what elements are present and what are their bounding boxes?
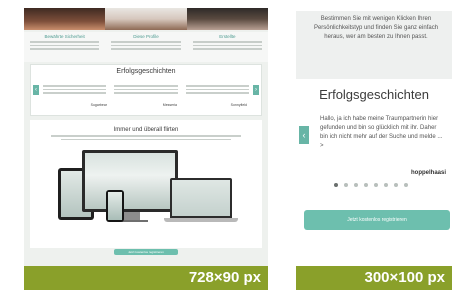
next-arrow-icon[interactable]: › [253,85,259,95]
monitor-image [82,150,178,212]
carousel-dot[interactable] [354,183,358,187]
carousel-dot[interactable] [334,183,338,187]
carousel-dots [334,183,424,187]
carousel-dot[interactable] [364,183,368,187]
hero-photo [186,8,268,30]
ad-size-comparison: Bewährte Sicherheit Diese Profile Erstel… [0,0,452,293]
register-button[interactable]: Jetzt kostenlos registrieren [304,210,450,230]
laptop-image [170,178,232,218]
success-title: Erfolgsgeschichten [116,68,176,75]
story-author: hoppelhaasi [410,170,446,176]
hero-photo [24,8,106,30]
carousel-dot[interactable] [394,183,398,187]
carousel-dot[interactable] [344,183,348,187]
feature-column: Bewährte Sicherheit [24,32,105,62]
feature-title: Diese Profile [133,34,159,39]
feature-columns: Bewährte Sicherheit Diese Profile Erstel… [24,32,268,62]
hero-photo [105,8,187,30]
story-names: Sugarbear Messeria Sonnyfield [41,103,251,107]
story-author: Messeria [162,103,177,107]
register-button[interactable]: Jetzt kostenlos registrieren [114,249,178,255]
story-card [41,82,108,102]
feature-title: Bewährte Sicherheit [44,34,85,39]
phone-image [106,190,124,222]
carousel-dot[interactable] [374,183,378,187]
feature-title: Erstellte [219,34,236,39]
success-stories-box: Erfolgsgeschichten ‹ › Sugarbear Messeri… [30,64,262,122]
feature-column: Erstellte [187,32,268,62]
prev-arrow-icon[interactable]: ‹ [33,85,39,95]
success-title: Erfolgsgeschichten [319,87,429,102]
story-card [112,82,179,102]
hero-photos [24,8,268,30]
story-author: Sonnyfield [230,103,247,107]
size-badge: 300×100 px [296,266,452,290]
story-author: Sugarbear [90,103,107,107]
devices-title: Immer und überall flirten [113,127,179,133]
size-badge: 728×90 px [24,266,268,290]
mobile-screenshot: Bestimmen Sie mit wenigen Klicken Ihren … [296,8,452,290]
story-cards [41,82,251,102]
devices-section: Immer und überall flirten [30,120,262,248]
story-text: Hallo, ja ich habe meine Traumpartnerin … [320,116,443,149]
feature-column: Diese Profile [105,32,186,62]
carousel-dot[interactable] [384,183,388,187]
carousel-dot[interactable] [404,183,408,187]
story-card [184,82,251,102]
intro-text: Bestimmen Sie mit wenigen Klicken Ihren … [296,11,452,79]
prev-arrow-icon[interactable]: ‹ [299,126,309,144]
desktop-screenshot: Bewährte Sicherheit Diese Profile Erstel… [24,8,268,290]
